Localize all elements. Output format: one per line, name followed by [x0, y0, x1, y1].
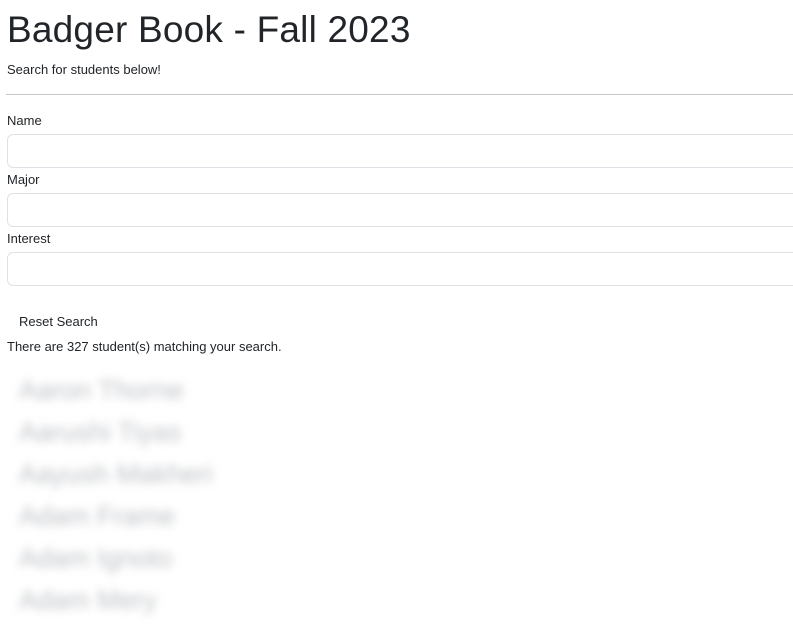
page-title: Badger Book - Fall 2023 — [7, 9, 411, 50]
name-label: Name — [7, 113, 42, 128]
student-name: Adam Frame — [19, 501, 176, 531]
search-form: Name Major Interest Reset Search — [7, 113, 793, 331]
student-name: Aaron Thorne — [19, 375, 184, 405]
student-list: Aaron Thorne Aarushi Tiyas Aayush Makher… — [7, 369, 793, 621]
major-label: Major — [7, 172, 40, 187]
page: Badger Book - Fall 2023 Search for stude… — [0, 0, 793, 633]
student-name: Adam Mery — [19, 585, 158, 615]
major-input[interactable] — [7, 193, 793, 227]
student-name: Aarushi Tiyas — [19, 417, 182, 447]
interest-input[interactable] — [7, 252, 793, 286]
result-count: There are 327 student(s) matching your s… — [7, 339, 282, 354]
page-subtitle: Search for students below! — [7, 62, 161, 77]
interest-label: Interest — [7, 231, 51, 246]
reset-search-button[interactable]: Reset Search — [7, 312, 110, 331]
student-name: Adam Ignoto — [19, 543, 173, 573]
student-name: Aayush Makheri — [19, 459, 213, 489]
divider — [6, 94, 793, 95]
name-input[interactable] — [7, 134, 793, 168]
